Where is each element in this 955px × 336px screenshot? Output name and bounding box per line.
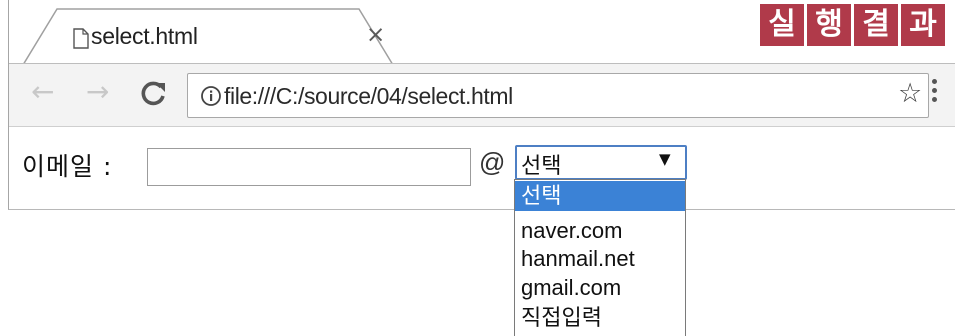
at-sign: @ xyxy=(479,147,506,177)
close-icon[interactable]: × xyxy=(366,24,385,47)
email-label: 이메일 : xyxy=(22,152,113,181)
info-icon[interactable] xyxy=(200,85,222,107)
badge-char: 실 xyxy=(760,4,804,46)
tab-title: select.html xyxy=(91,23,198,49)
domain-select[interactable]: 선택 ▼ xyxy=(515,145,687,180)
option-naver[interactable]: naver.com xyxy=(515,216,685,246)
email-field[interactable] xyxy=(147,148,471,186)
forward-arrow-icon[interactable]: → xyxy=(86,78,109,106)
option-gmail[interactable]: gmail.com xyxy=(515,273,685,303)
back-arrow-icon[interactable]: ← xyxy=(31,78,54,106)
address-bar[interactable]: file:///C:/source/04/select.html ☆ xyxy=(187,73,929,118)
menu-icon[interactable] xyxy=(930,75,938,115)
document-icon xyxy=(73,28,89,49)
url-text: file:///C:/source/04/select.html xyxy=(224,83,513,109)
domain-dropdown-list: 선택 naver.com hanmail.net gmail.com 직접입력 xyxy=(514,179,686,336)
badge-char: 과 xyxy=(901,4,945,46)
option-select[interactable]: 선택 xyxy=(515,181,685,211)
page-content: 이메일 : @ 선택 ▼ xyxy=(9,128,955,209)
result-badge: 실 행 결 과 xyxy=(760,4,945,46)
badge-char: 결 xyxy=(854,4,898,46)
option-hanmail[interactable]: hanmail.net xyxy=(515,244,685,274)
reload-icon[interactable] xyxy=(136,74,170,114)
badge-char: 행 xyxy=(807,4,851,46)
tab-select-html[interactable]: select.html × xyxy=(23,8,403,66)
star-icon[interactable]: ☆ xyxy=(898,80,922,107)
option-direct-input[interactable]: 직접입력 xyxy=(515,303,685,333)
select-value: 선택 xyxy=(521,154,562,179)
chevron-down-icon: ▼ xyxy=(659,150,671,168)
browser-toolbar: ← → file:///C:/source/04/select.html ☆ xyxy=(9,63,955,127)
